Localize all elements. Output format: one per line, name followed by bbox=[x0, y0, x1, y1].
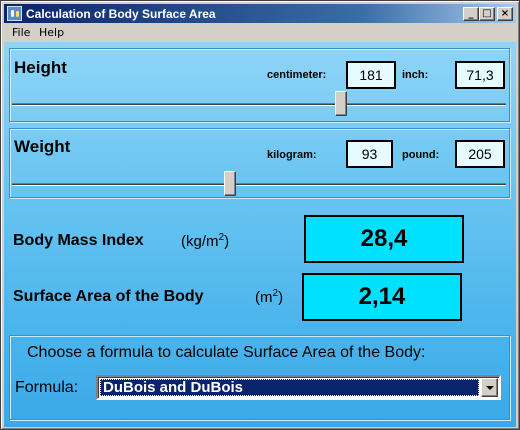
height-slider-track[interactable] bbox=[12, 103, 506, 106]
bmi-label: Body Mass Index bbox=[13, 232, 144, 249]
client-area: Height centimeter: 181 inch: 71,3 Weight… bbox=[4, 42, 516, 427]
minimize-button[interactable]: _ bbox=[463, 7, 479, 21]
menu-bar: File Help bbox=[4, 23, 516, 42]
kilogram-label: kilogram: bbox=[267, 149, 317, 161]
bmi-value: 28,4 bbox=[304, 215, 464, 263]
centimeter-input[interactable]: 181 bbox=[346, 61, 396, 89]
kilogram-input[interactable]: 93 bbox=[346, 140, 393, 168]
formula-prompt: Choose a formula to calculate Surface Ar… bbox=[27, 344, 426, 361]
formula-label: Formula: bbox=[15, 379, 79, 396]
formula-selected-value[interactable]: DuBois and DuBois bbox=[100, 379, 479, 396]
chevron-down-icon[interactable] bbox=[481, 378, 498, 397]
app-window: Calculation of Body Surface Area _ □ × F… bbox=[0, 0, 520, 430]
weight-slider-track[interactable] bbox=[12, 183, 506, 186]
bmi-unit: (kg/m2) bbox=[181, 232, 230, 250]
height-slider-thumb[interactable] bbox=[334, 91, 347, 116]
bsa-value: 2,14 bbox=[302, 273, 462, 321]
title-bar[interactable]: Calculation of Body Surface Area _ □ × bbox=[4, 4, 516, 23]
close-button[interactable]: × bbox=[497, 7, 513, 21]
inch-input[interactable]: 71,3 bbox=[455, 61, 505, 89]
bsa-label: Surface Area of the Body bbox=[13, 288, 204, 305]
window-title: Calculation of Body Surface Area bbox=[26, 7, 216, 21]
weight-panel: Weight kilogram: 93 pound: 205 bbox=[9, 128, 510, 198]
menu-file[interactable]: File bbox=[12, 26, 30, 39]
app-icon[interactable] bbox=[7, 6, 22, 21]
maximize-button[interactable]: □ bbox=[479, 7, 495, 21]
height-panel: Height centimeter: 181 inch: 71,3 bbox=[9, 48, 510, 122]
height-title: Height bbox=[14, 58, 67, 77]
weight-title: Weight bbox=[14, 137, 71, 156]
pound-input[interactable]: 205 bbox=[455, 140, 505, 168]
weight-slider-thumb[interactable] bbox=[224, 171, 237, 196]
pound-label: pound: bbox=[402, 149, 440, 161]
centimeter-label: centimeter: bbox=[267, 69, 327, 81]
inch-label: inch: bbox=[402, 69, 429, 81]
menu-help[interactable]: Help bbox=[39, 26, 64, 39]
formula-panel: Choose a formula to calculate Surface Ar… bbox=[9, 335, 510, 420]
bsa-unit: (m2) bbox=[255, 288, 284, 306]
formula-select[interactable]: DuBois and DuBois bbox=[96, 375, 501, 400]
